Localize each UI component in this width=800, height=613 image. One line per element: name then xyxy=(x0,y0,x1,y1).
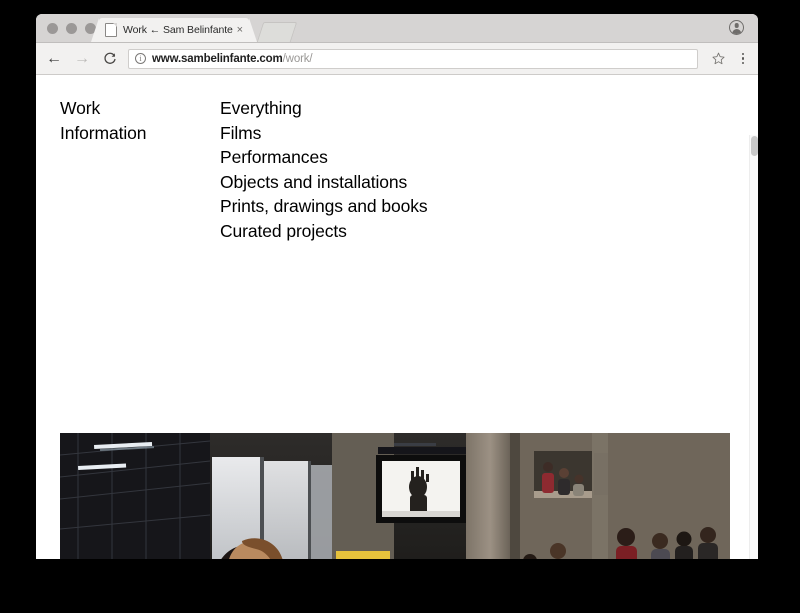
tab-title: Work ← Sam Belinfante xyxy=(123,24,233,36)
forward-button[interactable]: → xyxy=(68,45,96,73)
url-path: /work/ xyxy=(282,52,313,65)
vertical-scrollbar[interactable] xyxy=(749,135,758,559)
bookmark-button[interactable] xyxy=(706,45,730,73)
new-tab-button[interactable] xyxy=(256,22,298,42)
page-viewport: Work Information Everything Films Perfor… xyxy=(36,75,758,559)
browser-toolbar: ← → www.sambelinfante.com/work/ xyxy=(36,43,758,75)
browser-window: Work ← Sam Belinfante × ← → www.sambelin… xyxy=(36,14,758,559)
profile-icon[interactable] xyxy=(729,20,744,35)
hero-image-graphic xyxy=(60,433,730,559)
menu-dot-icon xyxy=(741,61,745,65)
minimize-window-button[interactable] xyxy=(66,23,77,34)
back-arrow-icon: ← xyxy=(46,49,62,67)
star-icon xyxy=(711,52,725,65)
info-icon[interactable] xyxy=(135,53,146,64)
menu-dot-icon xyxy=(741,52,745,56)
page-icon xyxy=(105,23,117,37)
nav-link-films[interactable]: Films xyxy=(220,121,428,146)
nav-link-everything[interactable]: Everything xyxy=(220,96,428,121)
page-content: Work Information Everything Films Perfor… xyxy=(36,75,758,559)
nav-link-information[interactable]: Information xyxy=(60,121,147,146)
menu-dot-icon xyxy=(741,57,745,60)
address-bar[interactable]: www.sambelinfante.com/work/ xyxy=(128,48,698,69)
three-dot-menu-button[interactable] xyxy=(732,45,754,73)
forward-arrow-icon: → xyxy=(74,49,90,67)
close-icon[interactable]: × xyxy=(233,24,243,36)
nav-link-prints-drawings-and-books[interactable]: Prints, drawings and books xyxy=(220,194,428,219)
browser-tab[interactable]: Work ← Sam Belinfante × xyxy=(91,18,257,42)
hero-image[interactable] xyxy=(60,433,730,559)
nav-link-work[interactable]: Work xyxy=(60,96,146,121)
nav-link-performances[interactable]: Performances xyxy=(220,145,428,170)
reload-button[interactable] xyxy=(96,45,124,73)
primary-navigation: Work Information xyxy=(60,96,147,146)
url-text: www.sambelinfante.com/work/ xyxy=(152,52,313,65)
nav-link-curated-projects[interactable]: Curated projects xyxy=(220,219,428,244)
category-navigation: Everything Films Performances Objects an… xyxy=(220,96,428,244)
tab-strip: Work ← Sam Belinfante × xyxy=(36,14,758,43)
url-domain: www.sambelinfante.com xyxy=(152,52,283,65)
nav-link-objects-and-installations[interactable]: Objects and installations xyxy=(220,170,428,195)
reload-icon xyxy=(104,52,116,64)
back-button[interactable]: ← xyxy=(40,45,68,73)
scrollbar-thumb[interactable] xyxy=(751,136,758,156)
window-controls[interactable] xyxy=(47,23,96,34)
close-window-button[interactable] xyxy=(47,23,58,34)
